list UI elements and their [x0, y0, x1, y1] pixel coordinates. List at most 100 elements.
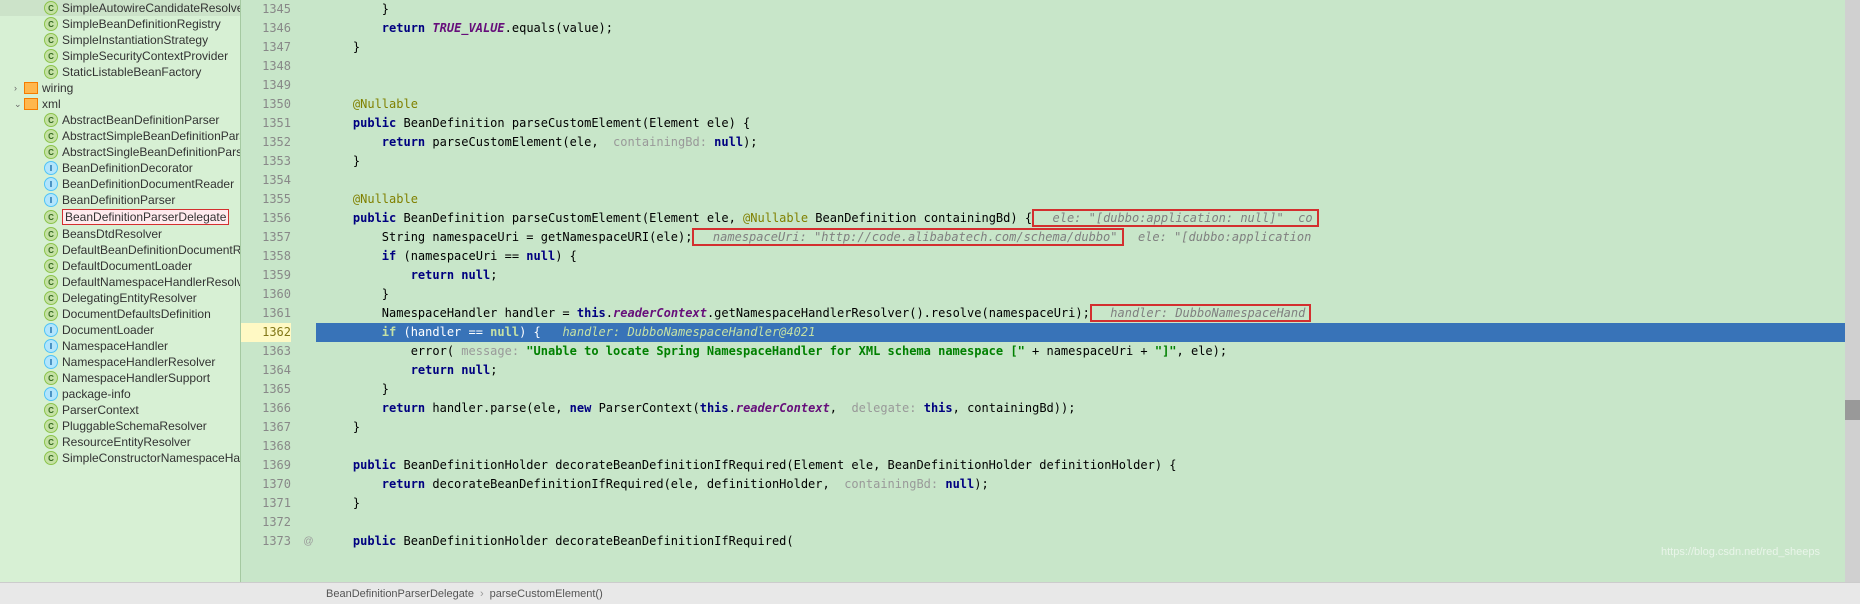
tree-item[interactable]: IBeanDefinitionDecorator	[0, 160, 240, 176]
tree-item[interactable]: CDefaultBeanDefinitionDocumentReade	[0, 242, 240, 258]
tree-item[interactable]: IBeanDefinitionParser	[0, 192, 240, 208]
class-icon: C	[44, 291, 58, 305]
tree-item[interactable]: CSimpleInstantiationStrategy	[0, 32, 240, 48]
class-icon: C	[44, 1, 58, 15]
line-number: 1354	[241, 171, 291, 190]
line-number: 1362	[241, 323, 291, 342]
class-icon: C	[44, 49, 58, 63]
tree-folder[interactable]: ⌄xml	[0, 96, 240, 112]
code-line: public BeanDefinitionHolder decorateBean…	[316, 532, 1845, 551]
tree-item[interactable]: CDefaultNamespaceHandlerResolver	[0, 274, 240, 290]
code-line: public BeanDefinition parseCustomElement…	[316, 209, 1845, 228]
code-line: NamespaceHandler handler = this.readerCo…	[316, 304, 1845, 323]
tree-item[interactable]: CParserContext	[0, 402, 240, 418]
editor-pane: 1345134613471348134913501351135213531354…	[241, 0, 1860, 582]
breadcrumb-method[interactable]: parseCustomElement()	[484, 588, 609, 600]
fold-column: @	[301, 0, 316, 582]
fold-marker	[301, 456, 316, 475]
code-line: @Nullable	[316, 190, 1845, 209]
tree-label: BeanDefinitionDecorator	[62, 161, 193, 175]
project-tree[interactable]: C SimpleAutowireCandidateResolverCSimpleB…	[0, 0, 241, 582]
line-number: 1355	[241, 190, 291, 209]
tree-item[interactable]: INamespaceHandlerResolver	[0, 354, 240, 370]
tree-item[interactable]: CBeansDtdResolver	[0, 226, 240, 242]
class-icon: C	[44, 275, 58, 289]
breadcrumb-class[interactable]: BeanDefinitionParserDelegate	[320, 588, 480, 600]
line-number: 1366	[241, 399, 291, 418]
line-number: 1347	[241, 38, 291, 57]
tree-item[interactable]: CNamespaceHandlerSupport	[0, 370, 240, 386]
line-number: 1360	[241, 285, 291, 304]
interface-icon: I	[44, 355, 58, 369]
tree-item[interactable]: INamespaceHandler	[0, 338, 240, 354]
fold-marker	[301, 38, 316, 57]
code-line: }	[316, 285, 1845, 304]
class-icon: C	[44, 210, 58, 224]
code-line: }	[316, 0, 1845, 19]
line-number: 1353	[241, 152, 291, 171]
tree-item[interactable]: C ResourceEntityResolver	[0, 434, 240, 450]
tree-label: BeanDefinitionParserDelegate	[62, 209, 229, 225]
tree-label: BeanDefinitionParser	[62, 193, 175, 207]
class-icon: C	[44, 145, 58, 159]
tree-item[interactable]: C SimpleAutowireCandidateResolver	[0, 0, 240, 16]
fold-marker	[301, 475, 316, 494]
class-icon: C	[44, 65, 58, 79]
tree-item[interactable]: IBeanDefinitionDocumentReader	[0, 176, 240, 192]
tree-label: ParserContext	[62, 403, 139, 417]
fold-marker	[301, 437, 316, 456]
line-gutter: 1345134613471348134913501351135213531354…	[241, 0, 301, 582]
code-line: }	[316, 38, 1845, 57]
tree-folder[interactable]: ›wiring	[0, 80, 240, 96]
vertical-scrollbar[interactable]	[1845, 0, 1860, 582]
tree-item[interactable]: C AbstractSingleBeanDefinitionParser	[0, 144, 240, 160]
tree-label: BeansDtdResolver	[62, 227, 162, 241]
package-icon	[24, 98, 38, 110]
tree-label: AbstractSingleBeanDefinitionParser	[62, 145, 241, 159]
tree-label: BeanDefinitionDocumentReader	[62, 177, 234, 191]
tree-item[interactable]: CDefaultDocumentLoader	[0, 258, 240, 274]
line-number: 1365	[241, 380, 291, 399]
tree-item[interactable]: CSimpleSecurityContextProvider	[0, 48, 240, 64]
tree-label: SimpleConstructorNamespaceHandl	[62, 451, 241, 465]
line-number: 1372	[241, 513, 291, 532]
tree-item[interactable]: C StaticListableBeanFactory	[0, 64, 240, 80]
scrollbar-thumb[interactable]	[1845, 400, 1860, 420]
tree-item[interactable]: IDocumentLoader	[0, 322, 240, 338]
tree-label: ResourceEntityResolver	[62, 435, 191, 449]
line-number: 1348	[241, 57, 291, 76]
code-line: return null;	[316, 361, 1845, 380]
code-line: }	[316, 152, 1845, 171]
interface-icon: I	[44, 339, 58, 353]
class-icon: C	[44, 435, 58, 449]
code-line: if (namespaceUri == null) {	[316, 247, 1845, 266]
code-line: if (handler == null) { handler: DubboNam…	[316, 323, 1845, 342]
tree-label: SimpleAutowireCandidateResolver	[62, 1, 241, 15]
tree-item[interactable]: CPluggableSchemaResolver	[0, 418, 240, 434]
fold-marker	[301, 380, 316, 399]
class-icon: C	[44, 33, 58, 47]
tree-label: StaticListableBeanFactory	[62, 65, 201, 79]
line-number: 1364	[241, 361, 291, 380]
tree-item[interactable]: CDocumentDefaultsDefinition	[0, 306, 240, 322]
tree-item[interactable]: C BeanDefinitionParserDelegate	[0, 208, 240, 226]
tree-item[interactable]: Ipackage-info	[0, 386, 240, 402]
tree-item[interactable]: CSimpleBeanDefinitionRegistry	[0, 16, 240, 32]
tree-item[interactable]: C SimpleConstructorNamespaceHandl	[0, 450, 240, 466]
tree-label: DefaultDocumentLoader	[62, 259, 192, 273]
tree-item[interactable]: CAbstractSimpleBeanDefinitionParser	[0, 128, 240, 144]
class-icon: C	[44, 129, 58, 143]
package-icon	[24, 82, 38, 94]
class-icon: C	[44, 451, 58, 465]
tree-label: AbstractBeanDefinitionParser	[62, 113, 219, 127]
breadcrumb-bar[interactable]: BeanDefinitionParserDelegate › parseCust…	[0, 582, 1860, 604]
tree-item[interactable]: CDelegatingEntityResolver	[0, 290, 240, 306]
fold-marker	[301, 152, 316, 171]
fold-marker	[301, 114, 316, 133]
tree-label: package-info	[62, 387, 131, 401]
code-area[interactable]: } return TRUE_VALUE.equals(value); } @Nu…	[316, 0, 1845, 582]
fold-marker	[301, 266, 316, 285]
code-line: public BeanDefinitionHolder decorateBean…	[316, 456, 1845, 475]
fold-marker	[301, 209, 316, 228]
tree-item[interactable]: CAbstractBeanDefinitionParser	[0, 112, 240, 128]
